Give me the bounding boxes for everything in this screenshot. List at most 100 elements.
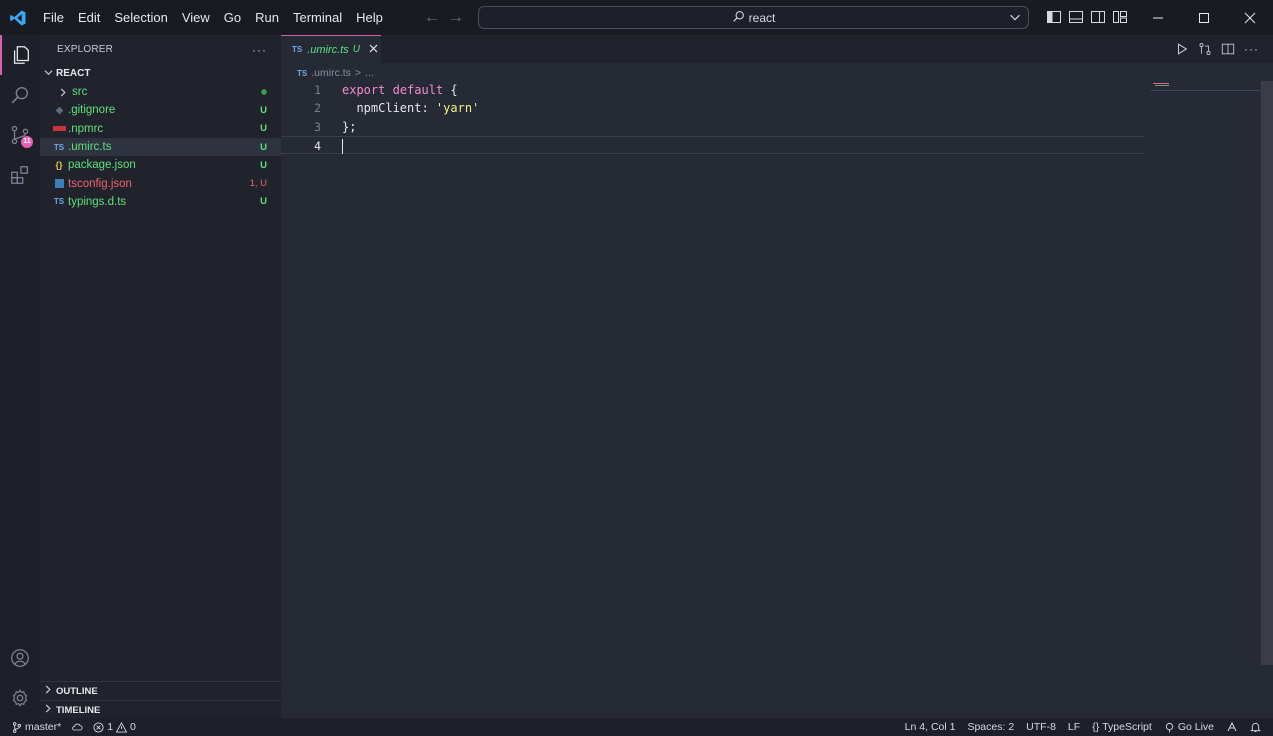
- string-literal: 'yarn': [435, 101, 480, 116]
- workspace-root-header[interactable]: REACT: [40, 63, 281, 83]
- go-live-label: Go Live: [1177, 721, 1214, 733]
- menu-edit[interactable]: Edit: [71, 0, 107, 35]
- search-icon: [732, 10, 745, 26]
- git-branch-icon: [12, 721, 22, 733]
- run-icon[interactable]: [1175, 42, 1189, 56]
- warning-count: 0: [130, 721, 136, 733]
- tab-label: .umirc.ts: [307, 43, 349, 56]
- timeline-label: TIMELINE: [56, 704, 101, 716]
- more-actions-icon[interactable]: ···: [252, 43, 267, 57]
- breadcrumb-file[interactable]: .umirc.ts: [311, 67, 351, 79]
- sync-indicator[interactable]: [71, 722, 83, 732]
- keyword: default: [392, 83, 444, 97]
- minimap-line: [1153, 83, 1169, 84]
- chevron-right-icon: [44, 685, 56, 697]
- notifications-bell-icon[interactable]: [1250, 721, 1261, 733]
- extensions-icon[interactable]: [0, 155, 40, 195]
- git-status-badge: U: [260, 159, 267, 171]
- toggle-panel-icon[interactable]: [1068, 9, 1084, 25]
- toggle-primary-sidebar-icon[interactable]: [1046, 9, 1062, 25]
- warning-icon: [116, 721, 128, 733]
- toggle-secondary-sidebar-icon[interactable]: [1090, 9, 1106, 25]
- git-status-badge: U: [260, 141, 267, 153]
- typescript-file-icon: TS: [297, 68, 308, 78]
- chevron-down-icon[interactable]: [1008, 10, 1022, 27]
- customize-layout-icon[interactable]: [1112, 9, 1128, 25]
- maximize-icon[interactable]: [1181, 0, 1227, 35]
- more-actions-icon[interactable]: ···: [1244, 42, 1259, 56]
- git-status-badge: U: [260, 196, 267, 208]
- tree-file-gitignore[interactable]: .gitignore U: [40, 101, 281, 119]
- breadcrumb-more[interactable]: ...: [365, 67, 374, 79]
- source-control-icon[interactable]: 11: [0, 115, 40, 155]
- status-left: master* 1 0: [12, 718, 136, 736]
- source-control-badge: 11: [21, 136, 33, 148]
- search-icon[interactable]: [0, 75, 40, 115]
- error-count: 1: [107, 721, 114, 733]
- accounts-icon[interactable]: [0, 638, 40, 678]
- menu-help[interactable]: Help: [349, 0, 390, 35]
- vertical-scrollbar[interactable]: [1260, 81, 1273, 665]
- open-changes-icon[interactable]: [1198, 42, 1212, 56]
- forward-arrow-icon[interactable]: →: [448, 9, 464, 27]
- minimize-icon[interactable]: [1135, 0, 1181, 35]
- settings-gear-icon[interactable]: [0, 678, 40, 718]
- cursor-position[interactable]: Ln 4, Col 1: [905, 721, 956, 733]
- tsconfig-file-icon: [52, 179, 66, 189]
- menu-run[interactable]: Run: [248, 0, 286, 35]
- menu-go[interactable]: Go: [217, 0, 248, 35]
- tree-file-package-json[interactable]: {} package.json U: [40, 156, 281, 174]
- explorer-icon[interactable]: [0, 35, 40, 75]
- outline-section-header[interactable]: OUTLINE: [40, 681, 281, 700]
- vscode-logo-icon: [0, 0, 36, 35]
- navigation-arrows: ← →: [424, 9, 464, 27]
- editor-area: TS .umirc.ts U ··· TS .umirc.ts > ... 1 …: [281, 35, 1273, 718]
- explorer-sidebar: EXPLORER ··· REACT src .gitignore U .npm…: [40, 35, 281, 718]
- property: npmClient:: [342, 101, 436, 116]
- menu-terminal[interactable]: Terminal: [286, 0, 349, 35]
- menu-selection[interactable]: Selection: [107, 0, 174, 35]
- tree-file-typings[interactable]: TS typings.d.ts U: [40, 193, 281, 211]
- tree-item-label: .umirc.ts: [68, 141, 112, 154]
- workspace-root-label: REACT: [56, 67, 91, 79]
- close-icon[interactable]: [1227, 0, 1273, 35]
- tree-folder-src[interactable]: src: [40, 83, 281, 101]
- split-editor-icon[interactable]: [1221, 42, 1235, 56]
- menu-bar: File Edit Selection View Go Run Terminal…: [36, 0, 390, 35]
- menu-file[interactable]: File: [36, 0, 71, 35]
- language-mode[interactable]: {} TypeScript: [1092, 721, 1152, 733]
- back-arrow-icon[interactable]: ←: [424, 9, 440, 27]
- line-number: 1: [314, 83, 321, 97]
- tree-file-tsconfig[interactable]: tsconfig.json 1, U: [40, 174, 281, 192]
- explorer-title: EXPLORER: [57, 43, 114, 55]
- tree-file-umirc[interactable]: TS .umirc.ts U: [40, 137, 281, 157]
- outline-label: OUTLINE: [56, 685, 98, 697]
- sync-cloud-icon: [72, 723, 83, 731]
- encoding[interactable]: UTF-8: [1026, 721, 1056, 733]
- tree-item-label: typings.d.ts: [68, 195, 127, 208]
- close-tab-icon[interactable]: [369, 44, 378, 56]
- menu-view[interactable]: View: [175, 0, 217, 35]
- branch-name: master*: [25, 721, 62, 733]
- problems-indicator[interactable]: 1 0: [93, 721, 136, 733]
- line-content: };: [342, 119, 357, 134]
- indentation[interactable]: Spaces: 2: [967, 721, 1014, 733]
- timeline-section-header[interactable]: TIMELINE: [40, 700, 281, 719]
- line-content: npmClient: 'yarn': [342, 99, 479, 117]
- command-center-search[interactable]: react: [478, 6, 1029, 29]
- line-content: [342, 137, 343, 155]
- minimap-viewport: [1151, 90, 1261, 91]
- braces-icon: {}: [1092, 721, 1100, 733]
- code-editor[interactable]: 1 export default { 2 npmClient: 'yarn' 3…: [281, 81, 1144, 155]
- status-bar: master* 1 0 Ln 4, Col 1 Spaces: 2 UTF-8 …: [0, 718, 1273, 736]
- feedback-icon[interactable]: [1226, 721, 1238, 733]
- minimap[interactable]: [1151, 81, 1261, 91]
- tree-file-npmrc[interactable]: .npmrc U: [40, 120, 281, 138]
- error-icon: [93, 721, 104, 733]
- activity-bar: 11: [0, 35, 40, 718]
- end-of-line[interactable]: LF: [1068, 721, 1080, 733]
- tab-umirc[interactable]: TS .umirc.ts U: [281, 35, 381, 63]
- branch-indicator[interactable]: master*: [12, 721, 61, 733]
- go-live-button[interactable]: Go Live: [1164, 721, 1214, 733]
- broadcast-icon: [1165, 722, 1173, 733]
